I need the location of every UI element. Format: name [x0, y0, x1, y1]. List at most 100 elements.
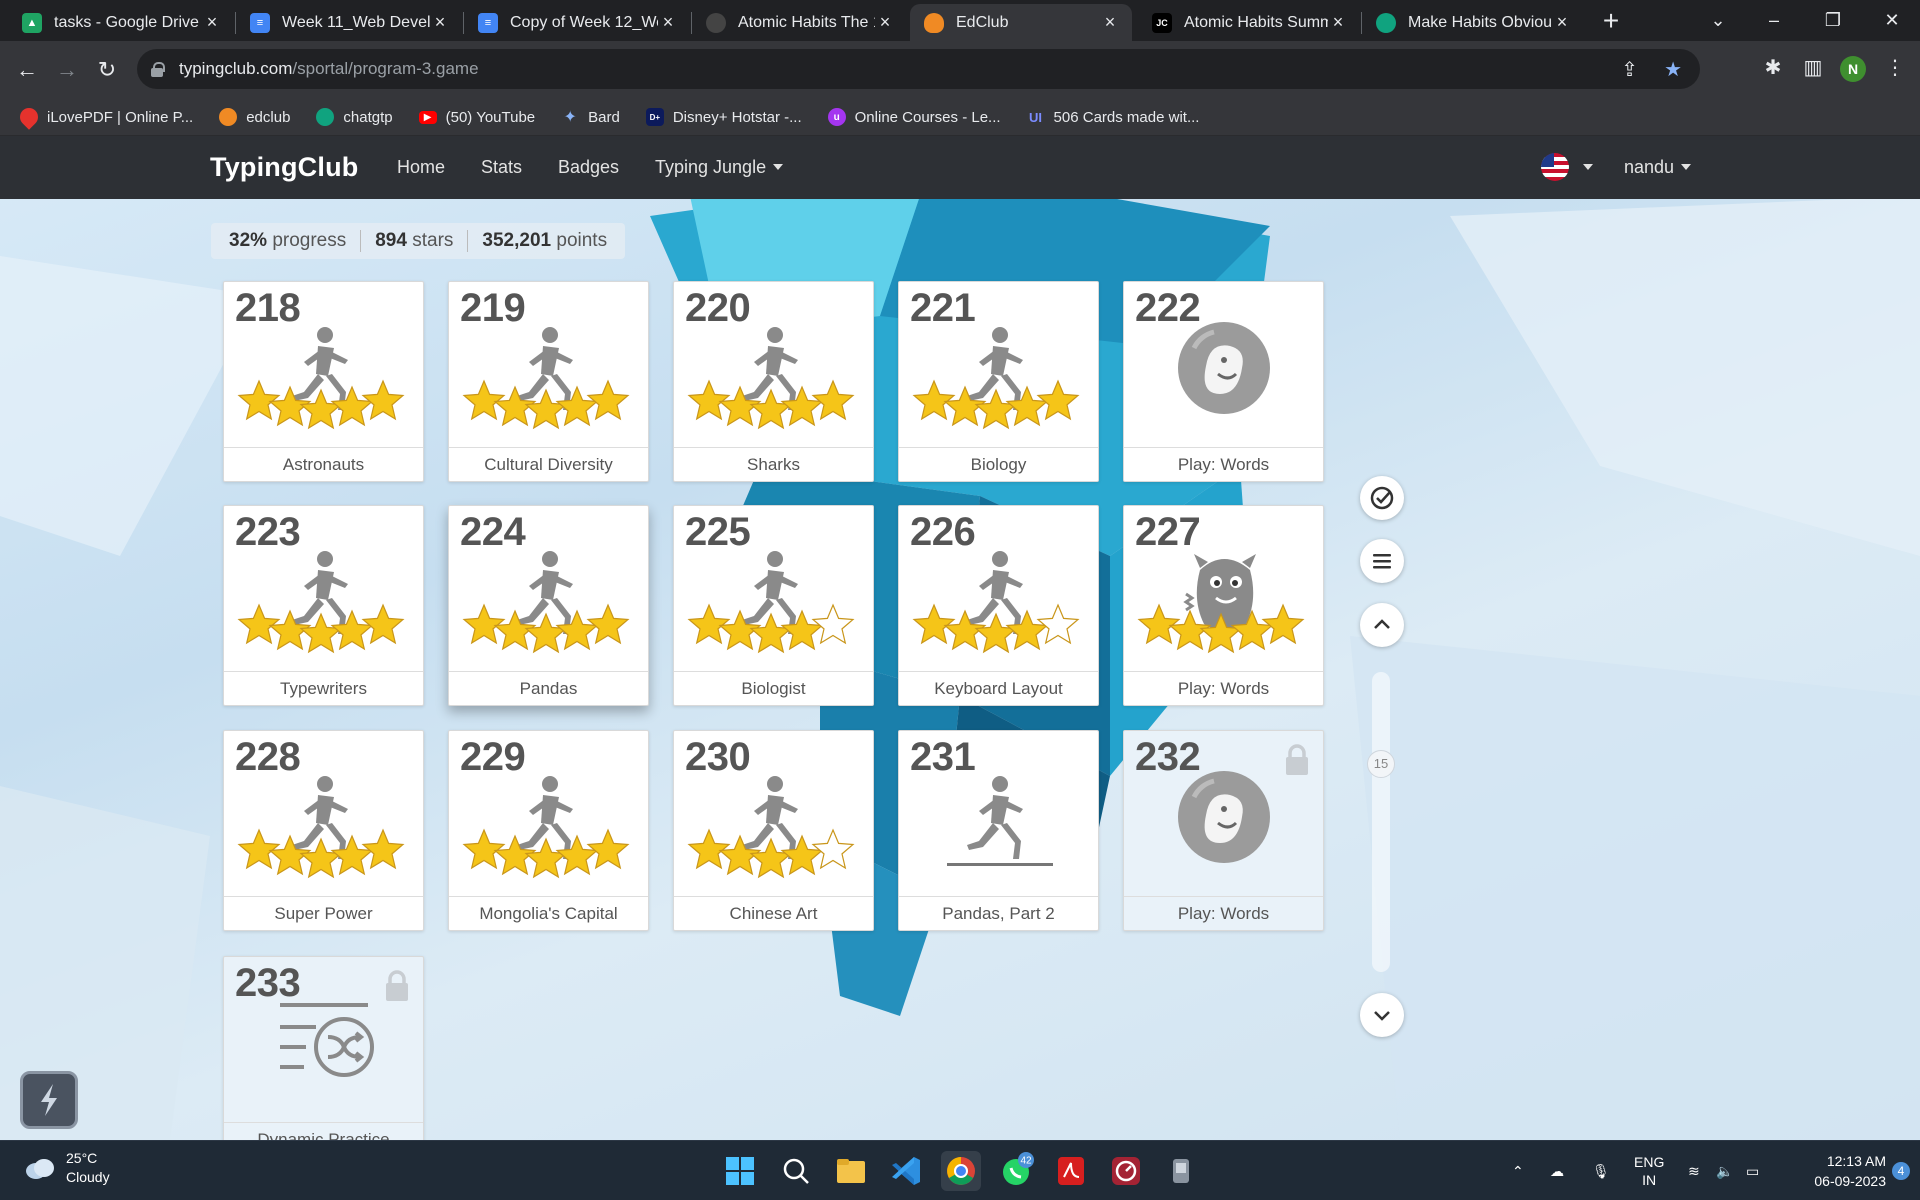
- nav-typing-jungle[interactable]: Typing Jungle: [655, 157, 784, 178]
- reload-button[interactable]: ↻: [90, 53, 124, 87]
- tab-atomic-summary[interactable]: JC Atomic Habits Summa ×: [1138, 4, 1360, 41]
- us-flag-icon[interactable]: [1541, 153, 1569, 181]
- back-button[interactable]: ←: [10, 53, 44, 87]
- forward-button[interactable]: →: [50, 53, 84, 87]
- typingclub-logo[interactable]: TypingClub: [210, 152, 358, 183]
- menu-button[interactable]: [1360, 539, 1404, 583]
- close-icon[interactable]: ×: [430, 12, 450, 33]
- tab-week-11[interactable]: ≡ Week 11_Web Develo ×: [236, 4, 462, 41]
- battery-icon[interactable]: ▭: [1746, 1141, 1759, 1200]
- close-icon[interactable]: ×: [875, 12, 895, 33]
- weather-widget[interactable]: 25°C Cloudy: [22, 1149, 110, 1187]
- scroll-up-button[interactable]: [1360, 603, 1404, 647]
- language-indicator[interactable]: ENG IN: [1634, 1141, 1664, 1200]
- tray-overflow-icon[interactable]: ⌃: [1512, 1141, 1524, 1200]
- lesson-card-221[interactable]: 221 Biology: [898, 281, 1099, 482]
- vscode-icon[interactable]: [886, 1151, 926, 1191]
- nav-stats[interactable]: Stats: [481, 157, 522, 178]
- extensions-icon[interactable]: ✱: [1758, 55, 1788, 85]
- lesson-title: Pandas, Part 2: [899, 896, 1098, 930]
- tab-week-12[interactable]: ≡ Copy of Week 12_Wel ×: [464, 4, 690, 41]
- check-progress-button[interactable]: [1360, 476, 1404, 520]
- close-window-button[interactable]: ✕: [1864, 0, 1920, 41]
- lesson-card-230[interactable]: 230 Chinese Art: [673, 730, 874, 931]
- tab-search-icon[interactable]: ⌄: [1690, 0, 1746, 41]
- tab-title: EdClub: [956, 13, 1009, 31]
- lesson-card-227[interactable]: 227 Play: Words: [1123, 505, 1324, 706]
- bookmark-star-icon[interactable]: ★: [1664, 57, 1682, 82]
- lesson-card-232[interactable]: 232 Play: Words: [1123, 730, 1324, 931]
- bookmark-chatgpt[interactable]: chatgtp: [316, 108, 393, 126]
- acrobat-icon[interactable]: [1051, 1151, 1091, 1191]
- star-icon: [237, 379, 281, 421]
- lesson-card-225[interactable]: 225 Biologist: [673, 505, 874, 706]
- bookmark-bard[interactable]: ✦ Bard: [561, 108, 619, 127]
- chrome-icon[interactable]: [941, 1151, 981, 1191]
- tab-google-drive[interactable]: ▲ tasks - Google Drive ×: [8, 4, 234, 41]
- search-icon[interactable]: [776, 1151, 816, 1191]
- scroll-down-button[interactable]: [1360, 993, 1404, 1037]
- extension-floating-button[interactable]: [20, 1071, 78, 1129]
- lesson-card-222[interactable]: 222 Play: Words: [1123, 281, 1324, 482]
- lesson-card-231[interactable]: 231 Pandas, Part 2: [898, 730, 1099, 931]
- lesson-artwork: [912, 327, 1080, 430]
- tab-make-habits[interactable]: Make Habits Obvious ×: [1362, 4, 1584, 41]
- star-icon: [1036, 603, 1080, 645]
- language-dropdown[interactable]: [1576, 157, 1593, 178]
- volume-icon[interactable]: 🔈: [1716, 1141, 1733, 1200]
- nav-badges[interactable]: Badges: [558, 157, 619, 178]
- microphone-icon[interactable]: 🎙: [1592, 1141, 1610, 1200]
- lesson-title: Biologist: [674, 671, 873, 705]
- clock-app-icon[interactable]: [1106, 1151, 1146, 1191]
- minimize-button[interactable]: –: [1746, 0, 1802, 41]
- bookmark-youtube[interactable]: ▶ (50) YouTube: [418, 109, 535, 126]
- onedrive-icon[interactable]: ☁: [1550, 1141, 1564, 1200]
- bookmark-udemy[interactable]: u Online Courses - Le...: [827, 108, 1001, 126]
- lesson-card-224[interactable]: 224 Pandas: [448, 505, 649, 706]
- lesson-card-219[interactable]: 219 Cultural Diversity: [448, 281, 649, 482]
- close-icon[interactable]: ×: [658, 12, 678, 33]
- nav-home[interactable]: Home: [397, 157, 445, 178]
- url-text[interactable]: typingclub.com/sportal/program-3.game: [179, 59, 479, 79]
- weather-condition: Cloudy: [66, 1169, 110, 1185]
- new-tab-button[interactable]: +: [1595, 6, 1627, 38]
- app-icon[interactable]: [1161, 1151, 1201, 1191]
- lesson-card-233[interactable]: 233 Dynamic Practice: [223, 956, 424, 1140]
- scroll-track[interactable]: [1372, 672, 1390, 972]
- bookmark-cards[interactable]: UI 506 Cards made wit...: [1027, 108, 1199, 126]
- profile-avatar[interactable]: N: [1840, 56, 1866, 82]
- share-icon[interactable]: ⇪: [1621, 57, 1638, 82]
- close-icon[interactable]: ×: [1100, 12, 1120, 33]
- side-panel-icon[interactable]: ▥: [1798, 55, 1828, 85]
- wifi-icon[interactable]: ≋: [1688, 1141, 1700, 1200]
- page-indicator[interactable]: 15: [1367, 750, 1395, 778]
- lesson-artwork: [687, 551, 855, 654]
- lesson-card-228[interactable]: 228 Super Power: [223, 730, 424, 931]
- address-bar[interactable]: typingclub.com/sportal/program-3.game ⇪ …: [137, 49, 1700, 89]
- bookmark-edclub[interactable]: edclub: [219, 108, 290, 126]
- whatsapp-icon[interactable]: 42: [996, 1151, 1036, 1191]
- close-icon[interactable]: ×: [1328, 12, 1348, 33]
- lesson-card-218[interactable]: 218 Astronauts: [223, 281, 424, 482]
- notification-badge[interactable]: 4: [1892, 1141, 1910, 1200]
- bookmark-ilovepdf[interactable]: iLovePDF | Online P...: [16, 104, 193, 130]
- lesson-card-226[interactable]: 226 Keyboard Layout: [898, 505, 1099, 706]
- lesson-card-229[interactable]: 229 Mongolia's Capital: [448, 730, 649, 931]
- star-icon: [330, 609, 374, 651]
- close-icon[interactable]: ×: [1552, 12, 1572, 33]
- file-explorer-icon[interactable]: [831, 1151, 871, 1191]
- bookmark-hotstar[interactable]: D+ Disney+ Hotstar -...: [645, 108, 802, 126]
- clock[interactable]: 12:13 AM 06-09-2023: [1790, 1141, 1886, 1200]
- chevron-up-icon: [1374, 619, 1390, 629]
- menu-kebab-icon[interactable]: ⋮: [1880, 55, 1910, 85]
- browser-toolbar: ← → ↻ typingclub.com/sportal/program-3.g…: [0, 41, 1920, 99]
- lesson-card-223[interactable]: 223 Typewriters: [223, 505, 424, 706]
- close-icon[interactable]: ×: [202, 12, 222, 33]
- tab-edclub[interactable]: EdClub ×: [910, 4, 1132, 41]
- lesson-card-220[interactable]: 220 Sharks: [673, 281, 874, 482]
- windows-start-icon[interactable]: [720, 1151, 760, 1191]
- tab-atomic-habits[interactable]: Atomic Habits The 1st ×: [692, 4, 907, 41]
- restore-button[interactable]: ❐: [1805, 0, 1861, 41]
- lock-icon[interactable]: [151, 62, 165, 77]
- user-menu[interactable]: nandu: [1624, 157, 1692, 178]
